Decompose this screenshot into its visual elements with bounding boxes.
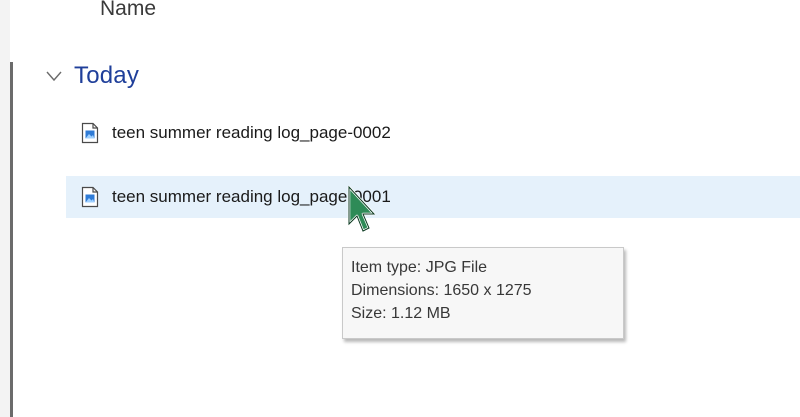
chevron-down-icon[interactable] <box>44 66 64 86</box>
file-name: teen summer reading log_page-0002 <box>112 123 391 142</box>
group-label: Today <box>74 62 140 89</box>
tooltip-dimensions: Dimensions: 1650 x 1275 <box>351 282 532 299</box>
image-file-icon <box>81 186 99 208</box>
group-header-today[interactable]: Today <box>44 58 139 94</box>
tooltip-size: Size: 1.12 MB <box>351 305 451 322</box>
file-row-selected[interactable]: teen summer reading log_page-0001 <box>66 176 800 218</box>
mouse-pointer-icon <box>347 185 376 233</box>
file-explorer-list-view: Name Today teen summer reading log_page-… <box>0 0 800 417</box>
file-row[interactable]: teen summer reading log_page-0002 <box>66 112 800 154</box>
pane-divider[interactable] <box>10 62 13 417</box>
image-file-icon <box>81 122 99 144</box>
tooltip-item-type: Item type: JPG File <box>351 259 488 276</box>
file-info-tooltip: Item type: JPG File Dimensions: 1650 x 1… <box>342 247 624 339</box>
column-header-name[interactable]: Name <box>100 0 156 22</box>
navigation-pane-edge <box>0 0 10 417</box>
